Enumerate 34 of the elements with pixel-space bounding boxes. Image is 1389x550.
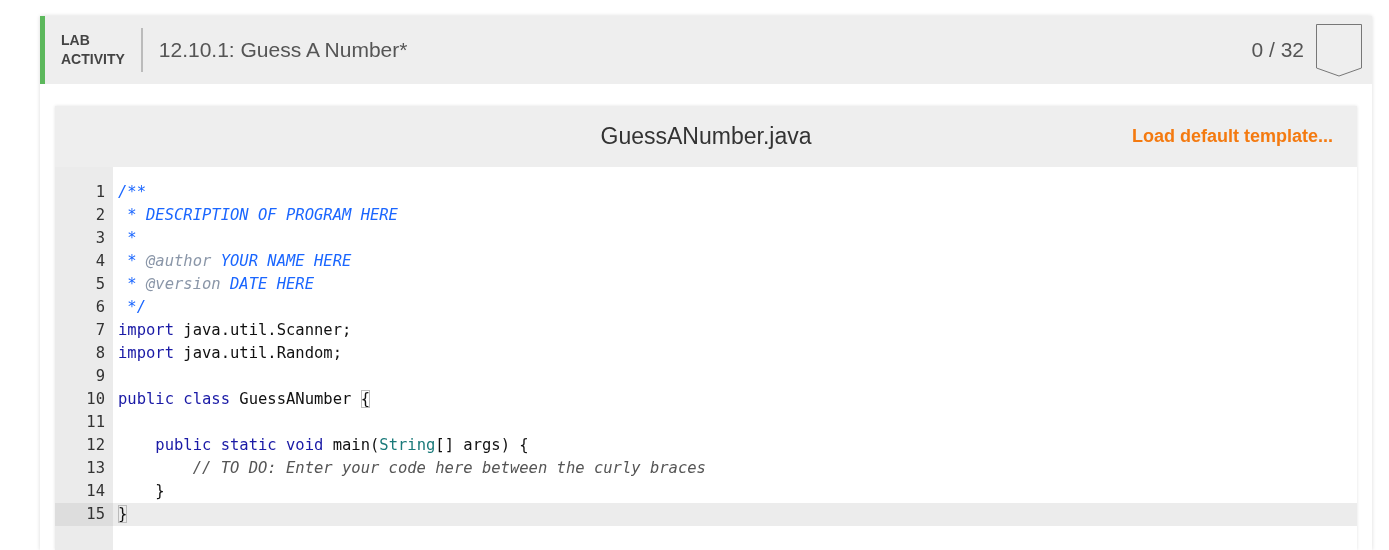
activity-title: 12.10.1: Guess A Number* [158, 38, 409, 62]
line-number: 1 [94, 182, 106, 203]
line-number: 6 [94, 297, 106, 318]
line-number: 14 [85, 481, 106, 502]
code-line: } [154, 482, 165, 500]
code-line: * DESCRIPTION OF PROGRAM HERE [126, 206, 398, 224]
file-name: GuessANumber.java [600, 123, 812, 150]
badge-icon [1316, 24, 1362, 77]
score: 0 / 32 [1251, 38, 1304, 62]
line-number: 12 [85, 435, 106, 456]
code-line: */ [126, 298, 146, 316]
code-line: /** [118, 183, 146, 201]
code-line: import java.util.Scanner; [118, 321, 352, 339]
code-line: public static void main(String[] args) { [154, 436, 529, 454]
code-line: * [126, 229, 137, 247]
line-number: 8 [94, 343, 106, 364]
code-line: } [118, 505, 128, 523]
line-number: 15 [55, 503, 113, 526]
code-line: * @version DATE HERE [126, 275, 314, 293]
load-template-link[interactable]: Load default template... [1131, 126, 1333, 147]
line-number: 11 [85, 412, 106, 433]
line-number: 10 [85, 389, 106, 410]
activity-type-label: LAB ACTIVITY [45, 28, 143, 72]
line-number: 13 [85, 458, 106, 479]
line-number: 2 [94, 205, 106, 226]
line-number: 3 [94, 228, 106, 249]
line-number: 7 [94, 320, 106, 341]
code-line: public class GuessANumber { [118, 390, 370, 408]
line-number: 4 [94, 251, 106, 272]
line-number: 5 [94, 274, 106, 295]
code-line: import java.util.Random; [118, 344, 342, 362]
line-number: 9 [94, 366, 106, 387]
code-line: * @author YOUR NAME HERE [126, 252, 352, 270]
code-line: // TO DO: Enter your code here between the curly braces [191, 459, 706, 477]
